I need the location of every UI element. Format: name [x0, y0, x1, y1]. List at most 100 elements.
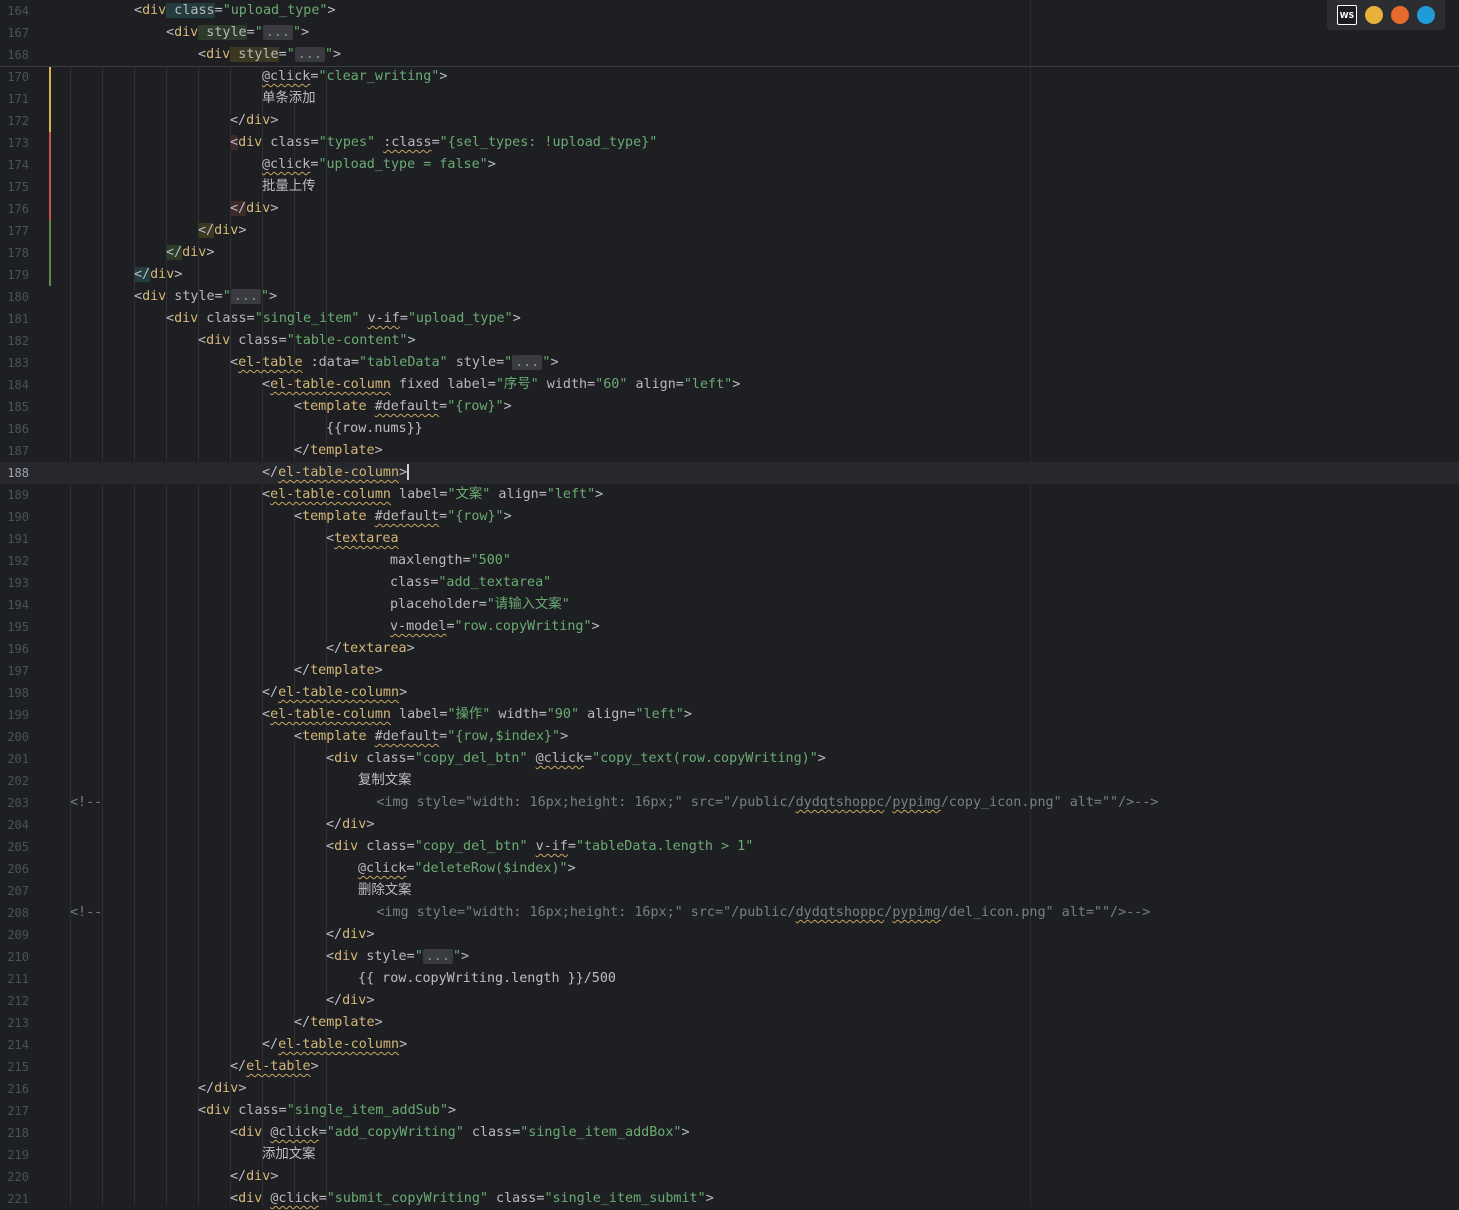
line-code[interactable]: </div>: [230, 110, 278, 132]
line-code[interactable]: 复制文案: [358, 770, 412, 792]
line-number[interactable]: 208: [0, 902, 29, 924]
code-line-182[interactable]: 182 <div class="table-content">: [0, 330, 1459, 352]
line-code[interactable]: v-model="row.copyWriting">: [390, 616, 600, 638]
code-line-192[interactable]: 192 maxlength="500": [0, 550, 1459, 572]
line-code[interactable]: </el-table-column>: [262, 1034, 407, 1056]
code-line-176[interactable]: 176 </div>: [0, 198, 1459, 220]
code-line-187[interactable]: 187 </template>: [0, 440, 1459, 462]
code-line-211[interactable]: 211 {{ row.copyWriting.length }}/500: [0, 968, 1459, 990]
line-code[interactable]: <div style="... ">: [134, 286, 277, 308]
line-number[interactable]: 195: [0, 616, 29, 638]
code-line-191[interactable]: 191 <textarea: [0, 528, 1459, 550]
line-number[interactable]: 205: [0, 836, 29, 858]
line-number[interactable]: 220: [0, 1166, 29, 1188]
line-number[interactable]: 204: [0, 814, 29, 836]
line-code[interactable]: <div class="single_item" v-if="upload_ty…: [166, 308, 521, 330]
code-line-181[interactable]: 181 <div class="single_item" v-if="upload…: [0, 308, 1459, 330]
line-code[interactable]: 删除文案: [358, 880, 412, 902]
line-code[interactable]: <div @click="add_copyWriting" class="sin…: [230, 1122, 690, 1144]
line-code[interactable]: <el-table-column label="操作" width="90" a…: [262, 704, 692, 726]
folded-region[interactable]: ...: [294, 47, 325, 62]
line-number[interactable]: 190: [0, 506, 29, 528]
line-number[interactable]: 193: [0, 572, 29, 594]
line-number[interactable]: 202: [0, 770, 29, 792]
code-line-180[interactable]: 180 <div style="... ">: [0, 286, 1459, 308]
line-number[interactable]: 213: [0, 1012, 29, 1034]
firefox-icon[interactable]: [1391, 6, 1409, 24]
line-number[interactable]: 189: [0, 484, 29, 506]
line-code[interactable]: </template>: [294, 440, 383, 462]
code-line-209[interactable]: 209 </div>: [0, 924, 1459, 946]
line-number[interactable]: 177: [0, 220, 29, 242]
code-line-195[interactable]: 195 v-model="row.copyWriting">: [0, 616, 1459, 638]
line-code[interactable]: </template>: [294, 660, 383, 682]
line-code[interactable]: class="add_textarea": [390, 572, 551, 594]
line-code[interactable]: </div>: [326, 990, 374, 1012]
code-editor[interactable]: 164 <div class="upload_type"> 167 <div styl…: [0, 0, 1459, 1206]
line-code[interactable]: <div class="copy_del_btn" v-if="tableDat…: [326, 836, 753, 858]
line-code[interactable]: <!-- <img style="width: 16px;height: 16p…: [70, 902, 1150, 924]
line-number[interactable]: 217: [0, 1100, 29, 1122]
code-line-216[interactable]: 216 </div>: [0, 1078, 1459, 1100]
code-line-207[interactable]: 207 删除文案: [0, 880, 1459, 902]
line-number[interactable]: 200: [0, 726, 29, 748]
code-line-217[interactable]: 217 <div class="single_item_addSub">: [0, 1100, 1459, 1122]
line-number[interactable]: 199: [0, 704, 29, 726]
line-number[interactable]: 176: [0, 198, 29, 220]
line-number[interactable]: 206: [0, 858, 29, 880]
line-code[interactable]: <el-table-column fixed label="序号" width=…: [262, 374, 740, 396]
line-number[interactable]: 203: [0, 792, 29, 814]
line-number[interactable]: 183: [0, 352, 29, 374]
line-number[interactable]: 184: [0, 374, 29, 396]
line-code[interactable]: 添加文案: [262, 1144, 316, 1166]
line-number[interactable]: 188: [0, 462, 29, 484]
line-number[interactable]: 209: [0, 924, 29, 946]
line-code[interactable]: <el-table-column label="文案" align="left"…: [262, 484, 603, 506]
line-number[interactable]: 219: [0, 1144, 29, 1166]
code-line-203[interactable]: 203 <!-- <img style="width: 16px;height: …: [0, 792, 1459, 814]
line-code[interactable]: <div class="table-content">: [198, 330, 416, 352]
code-line-190[interactable]: 190 <template #default="{row}">: [0, 506, 1459, 528]
code-line-175[interactable]: 175 批量上传: [0, 176, 1459, 198]
code-line-173[interactable]: 173 <div class="types" :class="{sel_types…: [0, 132, 1459, 154]
code-line-171[interactable]: 171 单条添加: [0, 88, 1459, 110]
code-line-196[interactable]: 196 </textarea>: [0, 638, 1459, 660]
line-code[interactable]: @click="upload_type = false">: [262, 154, 496, 176]
code-line-178[interactable]: 178 </div>: [0, 242, 1459, 264]
line-number[interactable]: 216: [0, 1078, 29, 1100]
line-number[interactable]: 180: [0, 286, 29, 308]
line-number[interactable]: 187: [0, 440, 29, 462]
line-number[interactable]: 221: [0, 1188, 29, 1210]
code-line-177[interactable]: 177 </div>: [0, 220, 1459, 242]
line-code[interactable]: <el-table :data="tableData" style="... ">: [230, 352, 559, 374]
code-line-213[interactable]: 213 </template>: [0, 1012, 1459, 1034]
line-code[interactable]: placeholder="请输入文案": [390, 594, 570, 616]
code-line-215[interactable]: 215 </el-table>: [0, 1056, 1459, 1078]
line-number[interactable]: 173: [0, 132, 29, 154]
line-number[interactable]: 198: [0, 682, 29, 704]
line-code[interactable]: @click="clear_writing">: [262, 66, 447, 88]
line-number[interactable]: 214: [0, 1034, 29, 1056]
line-code[interactable]: </div>: [166, 242, 214, 264]
folded-region[interactable]: ...: [230, 289, 261, 304]
folded-region[interactable]: ...: [512, 355, 543, 370]
code-line-172[interactable]: 172 </div>: [0, 110, 1459, 132]
line-number[interactable]: 170: [0, 66, 29, 88]
line-number[interactable]: 207: [0, 880, 29, 902]
code-line-199[interactable]: 199 <el-table-column label="操作" width="90…: [0, 704, 1459, 726]
code-line-221[interactable]: 221 <div @click="submit_copyWriting" clas…: [0, 1188, 1459, 1210]
folded-region[interactable]: ...: [422, 949, 453, 964]
line-code[interactable]: <div class="upload_type">: [134, 0, 336, 22]
line-code[interactable]: </div>: [134, 264, 182, 286]
code-line-183[interactable]: 183 <el-table :data="tableData" style="..…: [0, 352, 1459, 374]
code-line-214[interactable]: 214 </el-table-column>: [0, 1034, 1459, 1056]
code-line-208[interactable]: 208 <!-- <img style="width: 16px;height: …: [0, 902, 1459, 924]
code-line-189[interactable]: 189 <el-table-column label="文案" align="le…: [0, 484, 1459, 506]
code-line-219[interactable]: 219 添加文案: [0, 1144, 1459, 1166]
line-number[interactable]: 215: [0, 1056, 29, 1078]
code-line-168[interactable]: 168 <div style="... ">: [0, 44, 1459, 66]
line-number[interactable]: 210: [0, 946, 29, 968]
line-code[interactable]: <div style="... ">: [166, 22, 309, 44]
line-number[interactable]: 197: [0, 660, 29, 682]
code-line-164[interactable]: 164 <div class="upload_type">: [0, 0, 1459, 22]
